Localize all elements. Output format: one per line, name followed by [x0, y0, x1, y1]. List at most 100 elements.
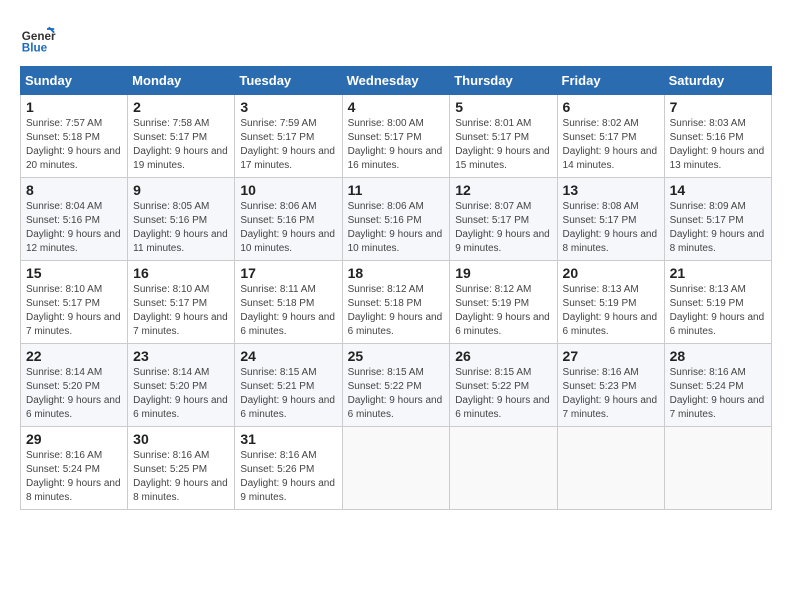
day-number: 9	[133, 182, 229, 198]
calendar-week-row: 1 Sunrise: 7:57 AMSunset: 5:18 PMDaylight…	[21, 95, 772, 178]
day-number: 15	[26, 265, 122, 281]
calendar-cell: 15 Sunrise: 8:10 AMSunset: 5:17 PMDayligh…	[21, 261, 128, 344]
day-number: 24	[240, 348, 336, 364]
calendar-cell: 5 Sunrise: 8:01 AMSunset: 5:17 PMDaylight…	[450, 95, 557, 178]
day-number: 13	[563, 182, 659, 198]
day-number: 3	[240, 99, 336, 115]
day-number: 1	[26, 99, 122, 115]
day-info: Sunrise: 8:05 AMSunset: 5:16 PMDaylight:…	[133, 200, 229, 256]
day-number: 4	[348, 99, 445, 115]
day-number: 2	[133, 99, 229, 115]
day-info: Sunrise: 8:00 AMSunset: 5:17 PMDaylight:…	[348, 117, 445, 173]
calendar-cell	[450, 427, 557, 510]
day-info: Sunrise: 7:58 AMSunset: 5:17 PMDaylight:…	[133, 117, 229, 173]
calendar-week-row: 22 Sunrise: 8:14 AMSunset: 5:20 PMDayligh…	[21, 344, 772, 427]
calendar-cell: 16 Sunrise: 8:10 AMSunset: 5:17 PMDayligh…	[128, 261, 235, 344]
day-number: 19	[455, 265, 551, 281]
calendar-cell	[557, 427, 664, 510]
calendar-cell: 28Sunrise: 8:16 AMSunset: 5:24 PMDayligh…	[664, 344, 771, 427]
calendar-cell: 11 Sunrise: 8:06 AMSunset: 5:16 PMDayligh…	[342, 178, 450, 261]
calendar-cell	[664, 427, 771, 510]
day-info: Sunrise: 8:08 AMSunset: 5:17 PMDaylight:…	[563, 200, 659, 256]
calendar-cell: 13 Sunrise: 8:08 AMSunset: 5:17 PMDayligh…	[557, 178, 664, 261]
logo: General Blue	[20, 20, 62, 56]
day-info: Sunrise: 8:15 AMSunset: 5:22 PMDaylight:…	[348, 366, 445, 422]
day-number: 11	[348, 182, 445, 198]
day-number: 23	[133, 348, 229, 364]
calendar-cell: 21 Sunrise: 8:13 AMSunset: 5:19 PMDayligh…	[664, 261, 771, 344]
day-info: Sunrise: 8:06 AMSunset: 5:16 PMDaylight:…	[240, 200, 336, 256]
day-info: Sunrise: 8:16 AMSunset: 5:24 PMDaylight:…	[670, 366, 766, 422]
day-info: Sunrise: 8:06 AMSunset: 5:16 PMDaylight:…	[348, 200, 445, 256]
calendar-cell: 12Sunrise: 8:07 AMSunset: 5:17 PMDayligh…	[450, 178, 557, 261]
page-header: General Blue	[20, 20, 772, 56]
day-number: 17	[240, 265, 336, 281]
calendar-cell: 25 Sunrise: 8:15 AMSunset: 5:22 PMDayligh…	[342, 344, 450, 427]
calendar-cell: 1 Sunrise: 7:57 AMSunset: 5:18 PMDaylight…	[21, 95, 128, 178]
day-number: 31	[240, 431, 336, 447]
calendar-cell: 14Sunrise: 8:09 AMSunset: 5:17 PMDayligh…	[664, 178, 771, 261]
logo-icon: General Blue	[20, 20, 56, 56]
day-info: Sunrise: 8:16 AMSunset: 5:24 PMDaylight:…	[26, 449, 122, 505]
day-info: Sunrise: 8:12 AMSunset: 5:19 PMDaylight:…	[455, 283, 551, 339]
weekday-header: Saturday	[664, 67, 771, 95]
day-number: 8	[26, 182, 122, 198]
svg-text:Blue: Blue	[22, 42, 48, 55]
day-info: Sunrise: 8:10 AMSunset: 5:17 PMDaylight:…	[26, 283, 122, 339]
calendar-week-row: 29 Sunrise: 8:16 AMSunset: 5:24 PMDayligh…	[21, 427, 772, 510]
day-number: 5	[455, 99, 551, 115]
calendar-cell: 22 Sunrise: 8:14 AMSunset: 5:20 PMDayligh…	[21, 344, 128, 427]
day-info: Sunrise: 8:15 AMSunset: 5:21 PMDaylight:…	[240, 366, 336, 422]
day-number: 7	[670, 99, 766, 115]
day-number: 30	[133, 431, 229, 447]
weekday-header: Sunday	[21, 67, 128, 95]
calendar-cell: 26 Sunrise: 8:15 AMSunset: 5:22 PMDayligh…	[450, 344, 557, 427]
weekday-header: Thursday	[450, 67, 557, 95]
day-info: Sunrise: 7:59 AMSunset: 5:17 PMDaylight:…	[240, 117, 336, 173]
weekday-header: Friday	[557, 67, 664, 95]
calendar-cell: 4 Sunrise: 8:00 AMSunset: 5:17 PMDaylight…	[342, 95, 450, 178]
day-info: Sunrise: 8:13 AMSunset: 5:19 PMDaylight:…	[563, 283, 659, 339]
day-number: 16	[133, 265, 229, 281]
calendar-week-row: 8 Sunrise: 8:04 AMSunset: 5:16 PMDaylight…	[21, 178, 772, 261]
day-number: 26	[455, 348, 551, 364]
day-number: 27	[563, 348, 659, 364]
weekday-header: Wednesday	[342, 67, 450, 95]
day-number: 29	[26, 431, 122, 447]
calendar-body: 1 Sunrise: 7:57 AMSunset: 5:18 PMDaylight…	[21, 95, 772, 510]
day-info: Sunrise: 8:04 AMSunset: 5:16 PMDaylight:…	[26, 200, 122, 256]
calendar-cell	[342, 427, 450, 510]
day-number: 20	[563, 265, 659, 281]
day-number: 6	[563, 99, 659, 115]
calendar-header-row: SundayMondayTuesdayWednesdayThursdayFrid…	[21, 67, 772, 95]
calendar-week-row: 15 Sunrise: 8:10 AMSunset: 5:17 PMDayligh…	[21, 261, 772, 344]
day-info: Sunrise: 8:16 AMSunset: 5:26 PMDaylight:…	[240, 449, 336, 505]
calendar-cell: 3 Sunrise: 7:59 AMSunset: 5:17 PMDaylight…	[235, 95, 342, 178]
calendar-cell: 17Sunrise: 8:11 AMSunset: 5:18 PMDayligh…	[235, 261, 342, 344]
day-info: Sunrise: 8:15 AMSunset: 5:22 PMDaylight:…	[455, 366, 551, 422]
day-number: 21	[670, 265, 766, 281]
day-info: Sunrise: 8:14 AMSunset: 5:20 PMDaylight:…	[26, 366, 122, 422]
day-info: Sunrise: 8:01 AMSunset: 5:17 PMDaylight:…	[455, 117, 551, 173]
day-info: Sunrise: 8:03 AMSunset: 5:16 PMDaylight:…	[670, 117, 766, 173]
calendar-cell: 9 Sunrise: 8:05 AMSunset: 5:16 PMDaylight…	[128, 178, 235, 261]
calendar-cell: 6 Sunrise: 8:02 AMSunset: 5:17 PMDaylight…	[557, 95, 664, 178]
calendar-cell: 19 Sunrise: 8:12 AMSunset: 5:19 PMDayligh…	[450, 261, 557, 344]
day-info: Sunrise: 8:10 AMSunset: 5:17 PMDaylight:…	[133, 283, 229, 339]
calendar-cell: 29 Sunrise: 8:16 AMSunset: 5:24 PMDayligh…	[21, 427, 128, 510]
day-number: 18	[348, 265, 445, 281]
weekday-header: Tuesday	[235, 67, 342, 95]
calendar-table: SundayMondayTuesdayWednesdayThursdayFrid…	[20, 66, 772, 510]
day-number: 22	[26, 348, 122, 364]
day-info: Sunrise: 7:57 AMSunset: 5:18 PMDaylight:…	[26, 117, 122, 173]
calendar-cell: 30Sunrise: 8:16 AMSunset: 5:25 PMDayligh…	[128, 427, 235, 510]
day-number: 10	[240, 182, 336, 198]
day-number: 25	[348, 348, 445, 364]
day-number: 14	[670, 182, 766, 198]
day-info: Sunrise: 8:13 AMSunset: 5:19 PMDaylight:…	[670, 283, 766, 339]
day-info: Sunrise: 8:14 AMSunset: 5:20 PMDaylight:…	[133, 366, 229, 422]
day-info: Sunrise: 8:02 AMSunset: 5:17 PMDaylight:…	[563, 117, 659, 173]
calendar-cell: 18Sunrise: 8:12 AMSunset: 5:18 PMDayligh…	[342, 261, 450, 344]
calendar-cell: 24 Sunrise: 8:15 AMSunset: 5:21 PMDayligh…	[235, 344, 342, 427]
day-info: Sunrise: 8:07 AMSunset: 5:17 PMDaylight:…	[455, 200, 551, 256]
